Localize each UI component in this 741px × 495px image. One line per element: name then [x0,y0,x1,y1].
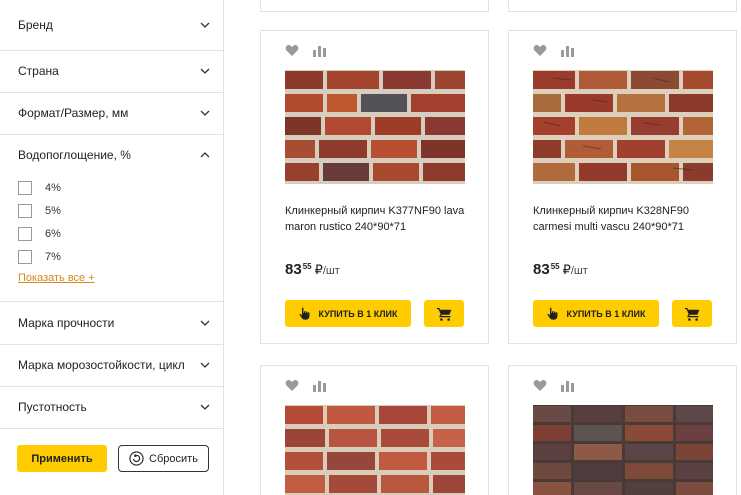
brick-pattern-a [285,71,465,181]
product-image[interactable] [533,70,713,184]
option-label: 4% [45,181,61,194]
option-label: 7% [45,250,61,263]
price-integer: 83 [533,261,550,278]
cart-icon [684,307,700,321]
chevron-down-icon [200,20,210,30]
filter-voidness: Пустотность [0,386,224,429]
buy-one-click-button[interactable]: КУПИТЬ В 1 КЛИК [285,300,411,327]
option-7[interactable]: 7% [0,245,224,268]
buy-one-click-label: КУПИТЬ В 1 КЛИК [318,308,398,319]
heart-icon[interactable] [285,44,299,57]
pointer-hand-icon [546,307,559,320]
checkbox[interactable] [18,180,32,195]
option-label: 6% [45,227,61,240]
filter-frost: Марка морозостойкости, цикл [0,344,224,387]
product-card[interactable]: Клинкерный кирпич K377NF90 lava maron ru… [260,30,489,344]
filter-strength-toggle[interactable]: Марка прочности [0,302,224,344]
chevron-down-icon [200,66,210,76]
filter-voidness-toggle[interactable]: Пустотность [0,386,224,428]
filter-format: Формат/Размер, мм [0,92,224,135]
filter-sidebar: Бренд Страна Формат/Размер, мм Водопогло… [0,0,224,495]
compare-icon[interactable] [313,45,326,57]
chevron-down-icon [200,108,210,118]
filter-voidness-title: Пустотность [18,400,87,414]
checkbox[interactable] [18,226,32,241]
chevron-down-icon [200,402,210,412]
reset-label: Сбросить [149,452,198,465]
product-image[interactable] [533,405,713,495]
filter-water-absorption-title: Водопоглощение, % [18,148,131,162]
buy-one-click-button[interactable]: КУПИТЬ В 1 КЛИК [533,300,659,327]
chevron-down-icon [200,360,210,370]
price-unit: /шт [570,265,588,277]
price-unit: /шт [322,265,340,277]
product-image[interactable] [285,405,465,495]
price-integer: 83 [285,261,302,278]
price-decimal: 55 [302,262,312,271]
filter-brand-title: Бренд [18,18,53,32]
filter-frost-title: Марка морозостойкости, цикл [18,358,185,372]
product-price: 83 55 ₽ /шт [533,261,588,281]
filter-format-toggle[interactable]: Формат/Размер, мм [0,92,224,134]
filter-country-title: Страна [18,64,59,78]
filter-water-absorption-toggle[interactable]: Водопоглощение, % [0,134,224,176]
compare-icon[interactable] [561,45,574,57]
option-5[interactable]: 5% [0,199,224,222]
price-currency: ₽ [562,262,571,277]
chevron-down-icon [200,318,210,328]
reset-button[interactable]: Сбросить [118,445,209,472]
product-card[interactable]: Клинкерный кирпич K328NF90 carmesi multi… [508,30,737,344]
compare-icon[interactable] [561,380,574,392]
heart-icon[interactable] [533,379,547,392]
pointer-hand-icon [298,307,311,320]
compare-icon[interactable] [313,380,326,392]
checkbox[interactable] [18,203,32,218]
card-stub [508,0,737,12]
heart-icon[interactable] [285,379,299,392]
product-card[interactable] [260,365,489,495]
price-currency: ₽ [314,262,323,277]
filter-format-title: Формат/Размер, мм [18,106,129,120]
show-all-link[interactable]: Показать все + [0,272,224,284]
heart-icon[interactable] [533,44,547,57]
filter-strength-title: Марка прочности [18,316,115,330]
cart-icon [436,307,452,321]
option-4[interactable]: 4% [0,176,224,199]
filter-country: Страна [0,50,224,93]
option-6[interactable]: 6% [0,222,224,245]
product-card[interactable] [508,365,737,495]
filter-strength: Марка прочности [0,302,224,345]
buy-one-click-label: КУПИТЬ В 1 КЛИК [566,308,646,319]
add-to-cart-button[interactable] [672,300,712,327]
chevron-up-icon [200,150,210,160]
option-label: 5% [45,204,61,217]
reset-icon [129,451,144,466]
filter-brand: Бренд [0,0,224,51]
add-to-cart-button[interactable] [424,300,464,327]
filter-frost-toggle[interactable]: Марка морозостойкости, цикл [0,344,224,386]
product-title[interactable]: Клинкерный кирпич K377NF90 lava maron ru… [285,203,475,235]
product-price: 83 55 ₽ /шт [285,261,340,281]
checkbox[interactable] [18,249,32,264]
filter-water-absorption: Водопоглощение, % 4% 5% 6% 7% Показать в… [0,134,224,302]
product-title[interactable]: Клинкерный кирпич K328NF90 carmesi multi… [533,203,723,235]
apply-button[interactable]: Применить [17,445,107,472]
price-decimal: 55 [550,262,560,271]
filter-country-toggle[interactable]: Страна [0,50,224,92]
card-stub [260,0,489,12]
product-image[interactable] [285,70,465,184]
filter-brand-toggle[interactable]: Бренд [0,0,224,50]
